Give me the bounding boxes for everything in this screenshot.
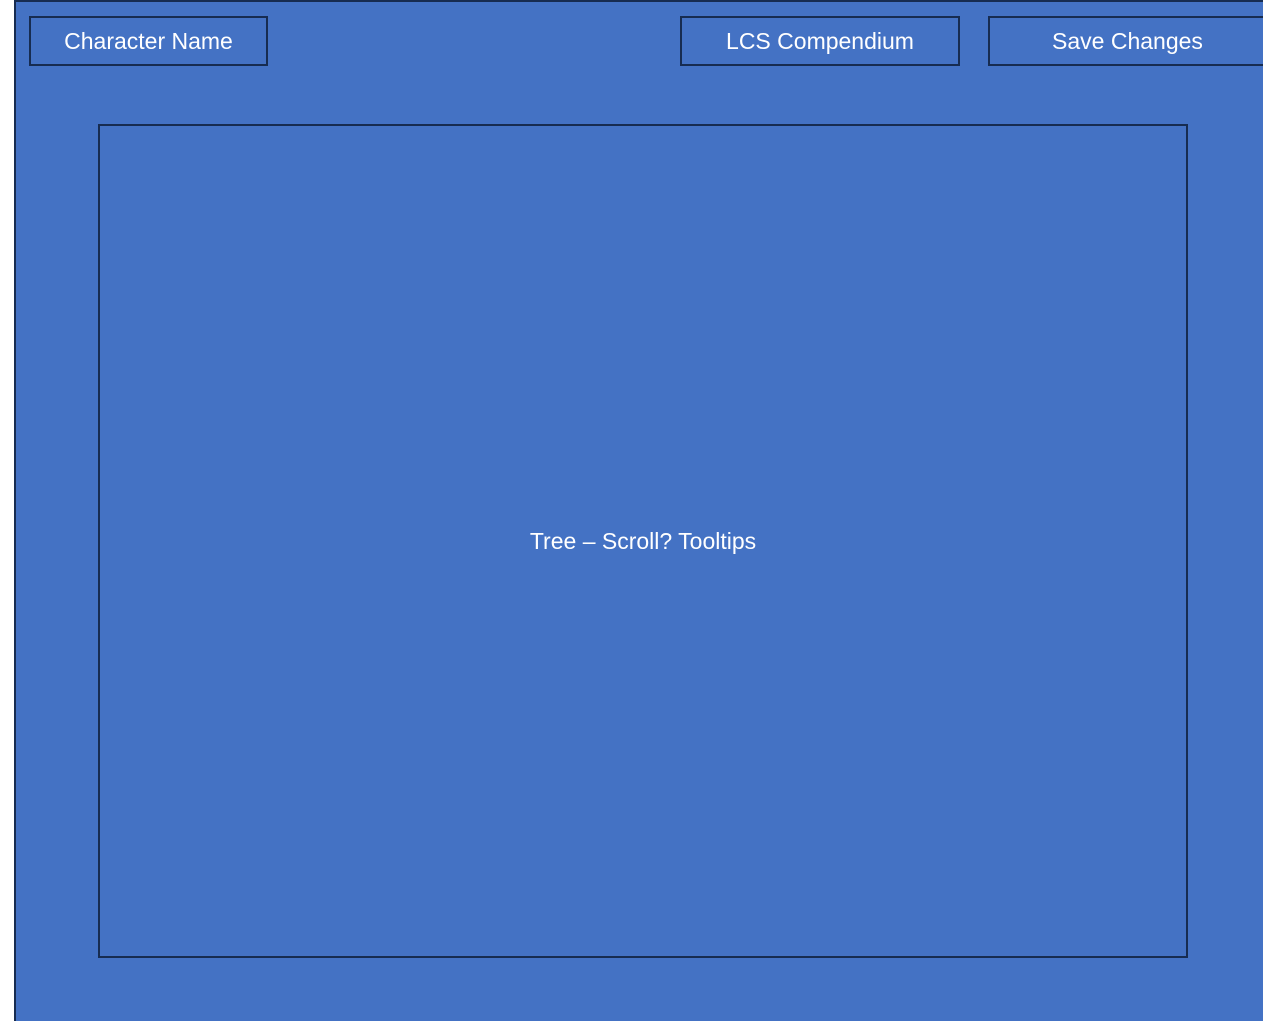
character-name-button[interactable]: Character Name bbox=[29, 16, 268, 66]
lcs-compendium-button[interactable]: LCS Compendium bbox=[680, 16, 960, 66]
app-window: Character Name LCS Compendium Save Chang… bbox=[14, 0, 1263, 1021]
tree-panel[interactable]: Tree – Scroll? Tooltips bbox=[98, 124, 1188, 958]
save-changes-button[interactable]: Save Changes bbox=[988, 16, 1263, 66]
tree-placeholder-label: Tree – Scroll? Tooltips bbox=[529, 527, 757, 554]
